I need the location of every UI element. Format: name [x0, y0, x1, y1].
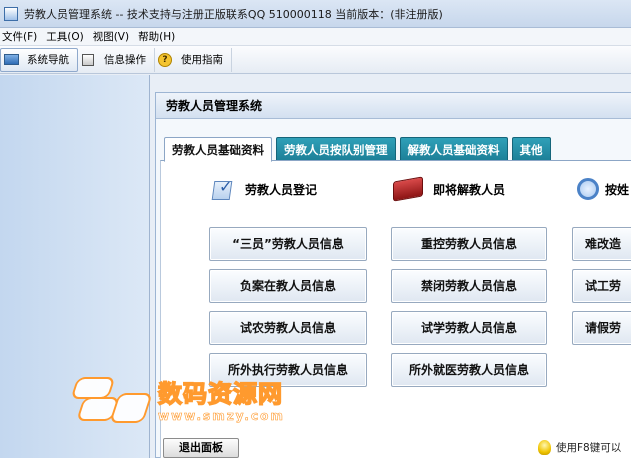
f8-hint: 使用F8键可以 — [538, 440, 621, 455]
info-operation-button[interactable]: 信息操作 — [78, 47, 155, 72]
left-sidebar — [0, 75, 150, 458]
system-nav-label: 系统导航 — [27, 54, 69, 66]
menu-bar: 文件(F) 工具(O) 视图(V) 帮助(H) — [0, 28, 631, 46]
btn-outside-medical-info[interactable]: 所外就医劳教人员信息 — [391, 353, 547, 387]
menu-tools[interactable]: 工具(O) — [44, 29, 90, 44]
btn-outside-exec-info[interactable]: 所外执行劳教人员信息 — [209, 353, 367, 387]
lightbulb-icon — [538, 440, 551, 455]
menu-file[interactable]: 文件(F) — [0, 29, 44, 44]
btn-leave[interactable]: 请假劳 — [572, 311, 631, 345]
search-icon — [577, 178, 599, 200]
help-icon: ? — [157, 52, 173, 67]
main-panel: 劳教人员管理系统 劳教人员基础资料 劳教人员按队别管理 解教人员基础资料 其他 … — [155, 92, 631, 458]
checklist-icon — [211, 177, 237, 200]
section-upcoming-release[interactable]: 即将解教人员 — [393, 176, 506, 202]
toolbar: 系统导航 信息操作 ? 使用指南 — [0, 46, 631, 74]
btn-hard-reform[interactable]: 难改造 — [572, 227, 631, 261]
btn-trial-study-info[interactable]: 试学劳教人员信息 — [391, 311, 547, 345]
tab-inmate-by-team[interactable]: 劳教人员按队别管理 — [276, 137, 396, 161]
monitor-icon — [3, 53, 19, 67]
btn-trial-farm-info[interactable]: 试农劳教人员信息 — [209, 311, 367, 345]
user-guide-button[interactable]: ? 使用指南 — [155, 47, 232, 72]
section-inmate-register[interactable]: 劳教人员登记 — [211, 177, 318, 200]
section-search-by-name[interactable]: 按姓 — [577, 178, 629, 200]
btn-three-staff-info[interactable]: “三员”劳教人员信息 — [209, 227, 367, 261]
tab-other[interactable]: 其他 — [511, 137, 551, 161]
menu-view[interactable]: 视图(V) — [91, 29, 136, 44]
menu-help[interactable]: 帮助(H) — [136, 29, 182, 44]
window-title: 劳教人员管理系统 -- 技术支持与注册正版联系QQ 510000118 当前版本… — [24, 7, 443, 21]
section-search-by-name-label: 按姓 — [605, 182, 630, 197]
section-upcoming-release-label: 即将解教人员 — [433, 182, 506, 197]
user-guide-label: 使用指南 — [181, 54, 223, 66]
app-icon — [4, 6, 18, 21]
tab-content: 劳教人员登记 即将解教人员 按姓 “三员”劳教人员信息 负案在教人员信息 试农劳… — [160, 160, 631, 458]
f8-hint-text: 使用F8键可以 — [556, 442, 622, 454]
tab-inmate-basic-info[interactable]: 劳教人员基础资料 — [164, 137, 272, 162]
btn-pending-case-info[interactable]: 负案在教人员信息 — [209, 269, 367, 303]
tab-released-basic-info[interactable]: 解教人员基础资料 — [399, 137, 508, 161]
section-inmate-register-label: 劳教人员登记 — [245, 182, 318, 197]
panel-title: 劳教人员管理系统 — [156, 93, 631, 119]
btn-trial-work[interactable]: 试工劳 — [572, 269, 631, 303]
tab-bar: 劳教人员基础资料 劳教人员按队别管理 解教人员基础资料 其他 — [164, 137, 555, 162]
system-nav-button[interactable]: 系统导航 — [0, 47, 78, 72]
btn-key-control-info[interactable]: 重控劳教人员信息 — [391, 227, 547, 261]
box-icon — [80, 53, 96, 67]
folder-icon — [393, 176, 423, 202]
btn-confinement-info[interactable]: 禁闭劳教人员信息 — [391, 269, 547, 303]
title-bar: 劳教人员管理系统 -- 技术支持与注册正版联系QQ 510000118 当前版本… — [0, 0, 631, 28]
exit-panel-button[interactable]: 退出面板 — [163, 438, 239, 458]
info-operation-label: 信息操作 — [104, 54, 146, 66]
